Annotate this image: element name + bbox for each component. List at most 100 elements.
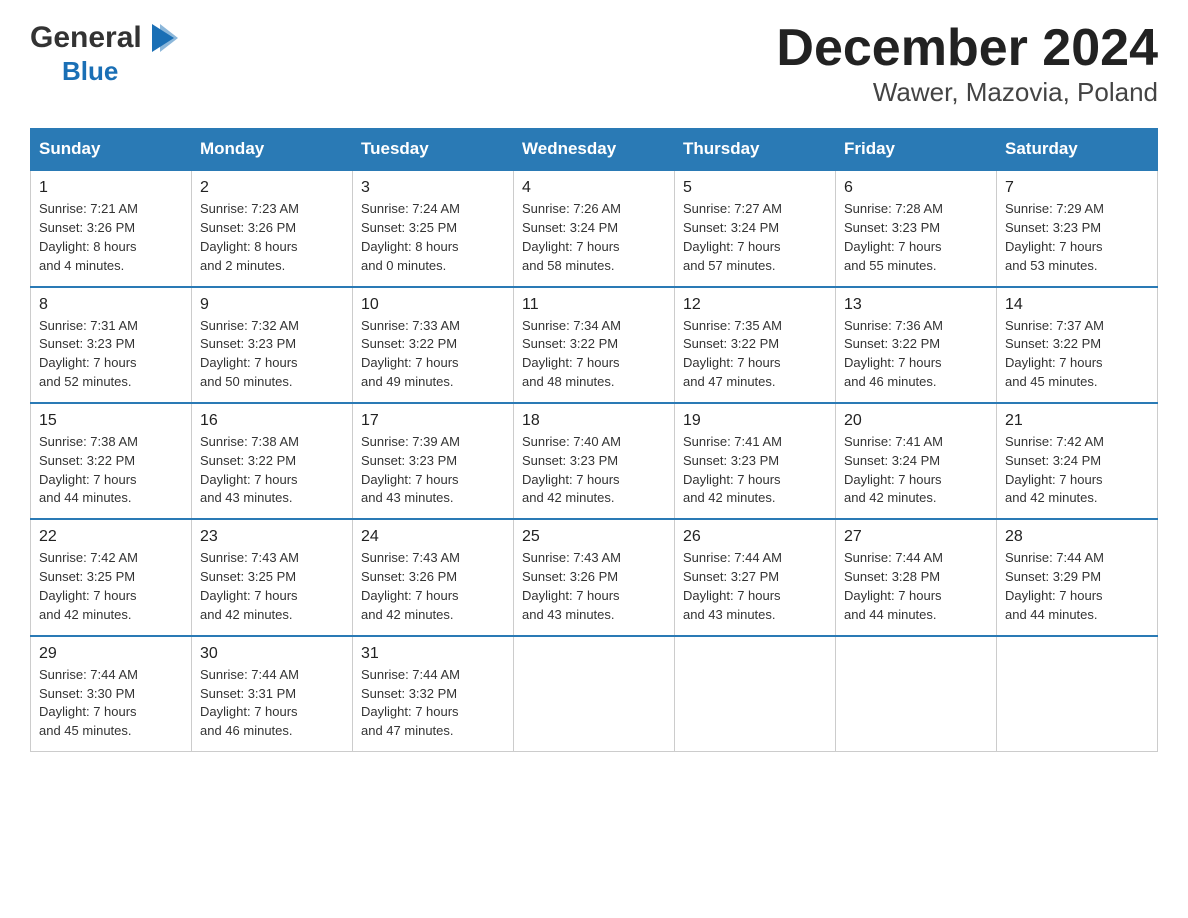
- day-info: Sunrise: 7:28 AM Sunset: 3:23 PM Dayligh…: [844, 200, 988, 275]
- logo-arrow-icon: [142, 20, 178, 56]
- header-sunday: Sunday: [31, 129, 192, 171]
- page-title: December 2024: [776, 20, 1158, 77]
- calendar-cell: 26 Sunrise: 7:44 AM Sunset: 3:27 PM Dayli…: [675, 519, 836, 635]
- calendar-cell: 24 Sunrise: 7:43 AM Sunset: 3:26 PM Dayli…: [353, 519, 514, 635]
- logo: General Blue: [30, 20, 178, 87]
- calendar-week-row: 29 Sunrise: 7:44 AM Sunset: 3:30 PM Dayli…: [31, 636, 1158, 752]
- day-number: 6: [844, 179, 988, 197]
- day-info: Sunrise: 7:42 AM Sunset: 3:24 PM Dayligh…: [1005, 433, 1149, 508]
- day-number: 26: [683, 528, 827, 546]
- day-info: Sunrise: 7:24 AM Sunset: 3:25 PM Dayligh…: [361, 200, 505, 275]
- day-info: Sunrise: 7:42 AM Sunset: 3:25 PM Dayligh…: [39, 549, 183, 624]
- day-info: Sunrise: 7:21 AM Sunset: 3:26 PM Dayligh…: [39, 200, 183, 275]
- calendar-cell: 12 Sunrise: 7:35 AM Sunset: 3:22 PM Dayli…: [675, 287, 836, 403]
- day-info: Sunrise: 7:41 AM Sunset: 3:23 PM Dayligh…: [683, 433, 827, 508]
- day-number: 30: [200, 645, 344, 663]
- calendar-cell: 21 Sunrise: 7:42 AM Sunset: 3:24 PM Dayli…: [997, 403, 1158, 519]
- day-info: Sunrise: 7:43 AM Sunset: 3:25 PM Dayligh…: [200, 549, 344, 624]
- calendar-header-row: SundayMondayTuesdayWednesdayThursdayFrid…: [31, 129, 1158, 171]
- calendar-cell: 16Sunrise: 7:38 AM Sunset: 3:22 PM Dayli…: [192, 403, 353, 519]
- day-number: 12: [683, 296, 827, 314]
- calendar-cell: 7 Sunrise: 7:29 AM Sunset: 3:23 PM Daylig…: [997, 170, 1158, 286]
- day-number: 22: [39, 528, 183, 546]
- day-number: 21: [1005, 412, 1149, 430]
- day-number: 1: [39, 179, 183, 197]
- calendar-cell: 3 Sunrise: 7:24 AM Sunset: 3:25 PM Daylig…: [353, 170, 514, 286]
- day-number: 16: [200, 412, 344, 430]
- header-saturday: Saturday: [997, 129, 1158, 171]
- calendar-cell: [675, 636, 836, 752]
- day-info: Sunrise: 7:41 AM Sunset: 3:24 PM Dayligh…: [844, 433, 988, 508]
- calendar-cell: 4 Sunrise: 7:26 AM Sunset: 3:24 PM Daylig…: [514, 170, 675, 286]
- day-number: 31: [361, 645, 505, 663]
- calendar-cell: 15Sunrise: 7:38 AM Sunset: 3:22 PM Dayli…: [31, 403, 192, 519]
- calendar-week-row: 22 Sunrise: 7:42 AM Sunset: 3:25 PM Dayli…: [31, 519, 1158, 635]
- day-number: 10: [361, 296, 505, 314]
- day-number: 23: [200, 528, 344, 546]
- header-thursday: Thursday: [675, 129, 836, 171]
- day-info: Sunrise: 7:33 AM Sunset: 3:22 PM Dayligh…: [361, 317, 505, 392]
- day-number: 8: [39, 296, 183, 314]
- title-block: December 2024 Wawer, Mazovia, Poland: [776, 20, 1158, 108]
- calendar-cell: 23 Sunrise: 7:43 AM Sunset: 3:25 PM Dayli…: [192, 519, 353, 635]
- day-number: 20: [844, 412, 988, 430]
- calendar-cell: 31Sunrise: 7:44 AM Sunset: 3:32 PM Dayli…: [353, 636, 514, 752]
- header-monday: Monday: [192, 129, 353, 171]
- logo-general-text: General: [30, 21, 142, 55]
- calendar-cell: 22 Sunrise: 7:42 AM Sunset: 3:25 PM Dayli…: [31, 519, 192, 635]
- day-info: Sunrise: 7:44 AM Sunset: 3:31 PM Dayligh…: [200, 666, 344, 741]
- day-info: Sunrise: 7:44 AM Sunset: 3:30 PM Dayligh…: [39, 666, 183, 741]
- day-info: Sunrise: 7:44 AM Sunset: 3:27 PM Dayligh…: [683, 549, 827, 624]
- day-number: 14: [1005, 296, 1149, 314]
- day-info: Sunrise: 7:23 AM Sunset: 3:26 PM Dayligh…: [200, 200, 344, 275]
- logo-blue-text: Blue: [62, 56, 118, 87]
- day-number: 29: [39, 645, 183, 663]
- calendar-cell: 20 Sunrise: 7:41 AM Sunset: 3:24 PM Dayli…: [836, 403, 997, 519]
- calendar-week-row: 8 Sunrise: 7:31 AM Sunset: 3:23 PM Daylig…: [31, 287, 1158, 403]
- day-number: 28: [1005, 528, 1149, 546]
- calendar-cell: 27Sunrise: 7:44 AM Sunset: 3:28 PM Dayli…: [836, 519, 997, 635]
- calendar-cell: 29 Sunrise: 7:44 AM Sunset: 3:30 PM Dayli…: [31, 636, 192, 752]
- day-info: Sunrise: 7:44 AM Sunset: 3:28 PM Dayligh…: [844, 549, 988, 624]
- day-number: 17: [361, 412, 505, 430]
- calendar-cell: 9 Sunrise: 7:32 AM Sunset: 3:23 PM Daylig…: [192, 287, 353, 403]
- calendar-cell: 19 Sunrise: 7:41 AM Sunset: 3:23 PM Dayli…: [675, 403, 836, 519]
- day-info: Sunrise: 7:43 AM Sunset: 3:26 PM Dayligh…: [361, 549, 505, 624]
- calendar-cell: 13Sunrise: 7:36 AM Sunset: 3:22 PM Dayli…: [836, 287, 997, 403]
- calendar-cell: 8 Sunrise: 7:31 AM Sunset: 3:23 PM Daylig…: [31, 287, 192, 403]
- day-number: 18: [522, 412, 666, 430]
- day-number: 24: [361, 528, 505, 546]
- day-number: 11: [522, 296, 666, 314]
- calendar-week-row: 15Sunrise: 7:38 AM Sunset: 3:22 PM Dayli…: [31, 403, 1158, 519]
- calendar-cell: 14Sunrise: 7:37 AM Sunset: 3:22 PM Dayli…: [997, 287, 1158, 403]
- day-number: 25: [522, 528, 666, 546]
- day-info: Sunrise: 7:32 AM Sunset: 3:23 PM Dayligh…: [200, 317, 344, 392]
- calendar-table: SundayMondayTuesdayWednesdayThursdayFrid…: [30, 128, 1158, 752]
- page-header: General Blue December 2024 Wawer, Mazovi…: [30, 20, 1158, 108]
- day-info: Sunrise: 7:34 AM Sunset: 3:22 PM Dayligh…: [522, 317, 666, 392]
- day-info: Sunrise: 7:36 AM Sunset: 3:22 PM Dayligh…: [844, 317, 988, 392]
- day-info: Sunrise: 7:44 AM Sunset: 3:29 PM Dayligh…: [1005, 549, 1149, 624]
- calendar-cell: 10 Sunrise: 7:33 AM Sunset: 3:22 PM Dayli…: [353, 287, 514, 403]
- calendar-cell: [514, 636, 675, 752]
- calendar-cell: 25Sunrise: 7:43 AM Sunset: 3:26 PM Dayli…: [514, 519, 675, 635]
- calendar-cell: 30 Sunrise: 7:44 AM Sunset: 3:31 PM Dayli…: [192, 636, 353, 752]
- day-number: 2: [200, 179, 344, 197]
- day-number: 3: [361, 179, 505, 197]
- day-number: 9: [200, 296, 344, 314]
- header-tuesday: Tuesday: [353, 129, 514, 171]
- calendar-cell: 11 Sunrise: 7:34 AM Sunset: 3:22 PM Dayli…: [514, 287, 675, 403]
- day-info: Sunrise: 7:26 AM Sunset: 3:24 PM Dayligh…: [522, 200, 666, 275]
- day-info: Sunrise: 7:29 AM Sunset: 3:23 PM Dayligh…: [1005, 200, 1149, 275]
- day-number: 15: [39, 412, 183, 430]
- day-number: 4: [522, 179, 666, 197]
- day-number: 7: [1005, 179, 1149, 197]
- header-friday: Friday: [836, 129, 997, 171]
- day-info: Sunrise: 7:35 AM Sunset: 3:22 PM Dayligh…: [683, 317, 827, 392]
- day-number: 19: [683, 412, 827, 430]
- calendar-cell: 17Sunrise: 7:39 AM Sunset: 3:23 PM Dayli…: [353, 403, 514, 519]
- header-wednesday: Wednesday: [514, 129, 675, 171]
- day-info: Sunrise: 7:31 AM Sunset: 3:23 PM Dayligh…: [39, 317, 183, 392]
- calendar-cell: 1 Sunrise: 7:21 AM Sunset: 3:26 PM Daylig…: [31, 170, 192, 286]
- calendar-cell: [997, 636, 1158, 752]
